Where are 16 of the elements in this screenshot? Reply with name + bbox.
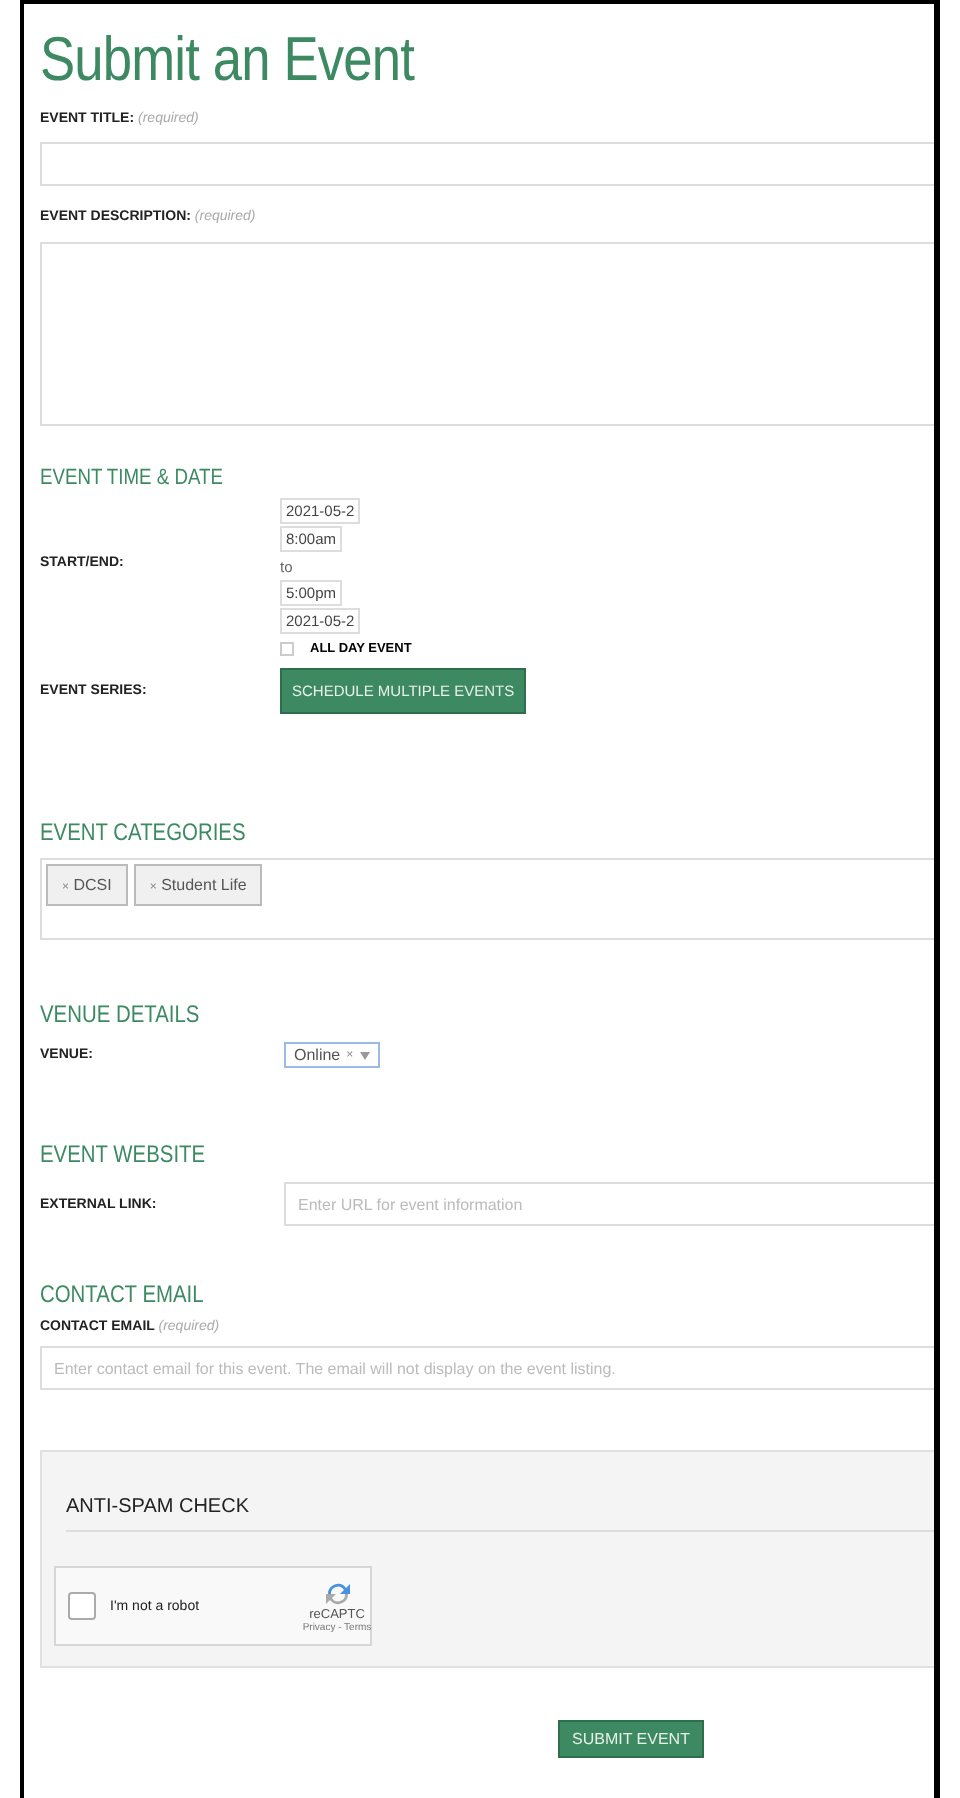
url-field[interactable]: Enter URL for event information (284, 1182, 934, 1226)
event-description-field[interactable] (40, 242, 934, 426)
panel-heading: ANTI-SPAM CHECK (66, 1496, 934, 1532)
section-heading: EVENT TIME & DATE (40, 466, 223, 490)
section-heading: VENUE DETAILS (40, 1000, 200, 1028)
section-heading: EVENT WEBSITE (40, 1140, 206, 1168)
all-day-checkbox[interactable] (280, 642, 294, 656)
recaptcha-icon (321, 1580, 353, 1608)
submit-button[interactable]: SUBMIT EVENT (558, 1720, 704, 1758)
section-heading: EVENT CATEGORIES (40, 818, 246, 846)
page-title: Submit an Event (40, 22, 414, 98)
caret-icon (359, 1051, 370, 1059)
section-heading: CONTACT EMAIL (40, 1280, 204, 1308)
captcha-checkbox[interactable] (68, 1592, 96, 1620)
email-field[interactable]: Enter contact email for this event. The email will not display on the event listing. (40, 1346, 934, 1390)
event-title-field[interactable] (40, 142, 934, 186)
